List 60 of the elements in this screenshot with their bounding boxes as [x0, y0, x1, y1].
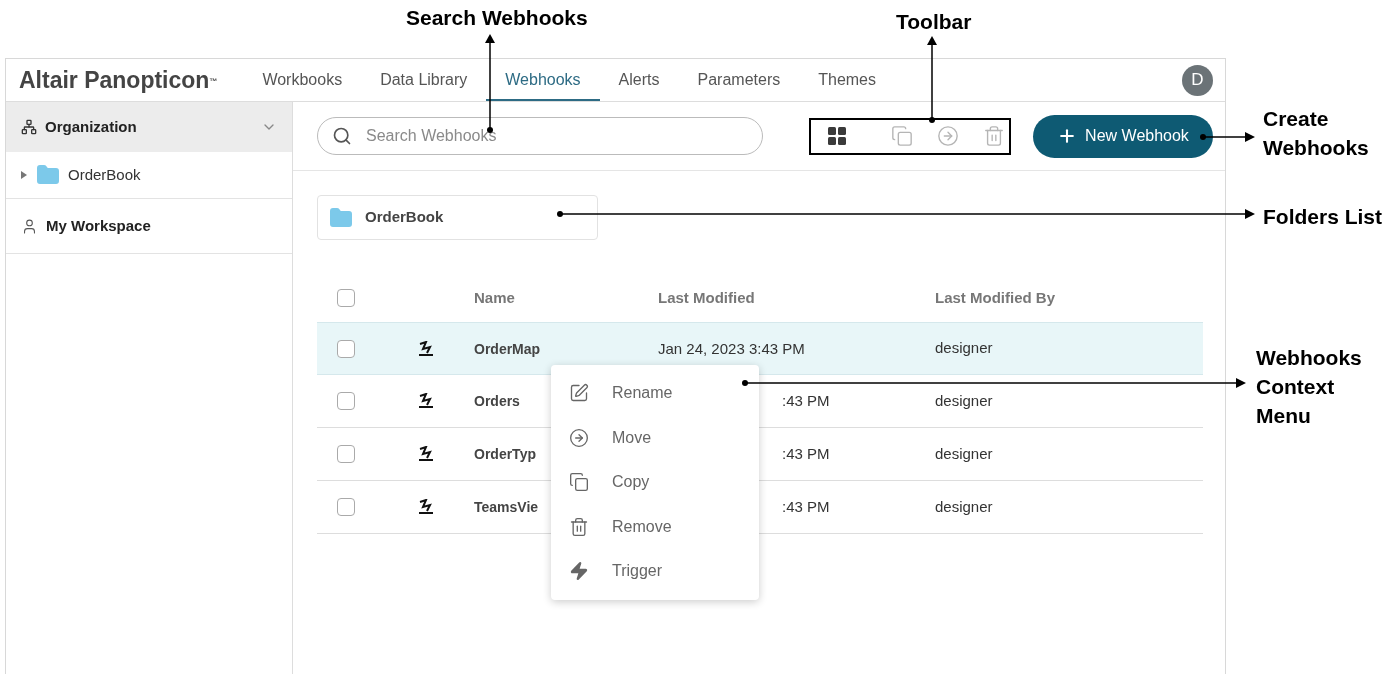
user-icon — [21, 217, 38, 235]
table-cell: Jan 24, 2023 3:43 PM — [658, 339, 805, 357]
table-cell: :43 PM — [782, 445, 830, 462]
edit-icon — [569, 383, 589, 404]
nav-tab[interactable]: Webhooks — [486, 59, 600, 101]
table-cell-text: designer — [935, 338, 993, 359]
checkbox[interactable] — [337, 392, 355, 410]
new-webhook-button[interactable]: New Webhook — [1033, 114, 1213, 158]
arrow-circle-icon — [569, 427, 589, 448]
webhook-icon — [417, 446, 435, 462]
callout-label: Search Webhooks — [406, 5, 588, 31]
nav-tab[interactable]: Data Library — [361, 59, 487, 101]
webhook-icon — [417, 499, 435, 515]
nav-tab[interactable]: Alerts — [599, 59, 679, 101]
app-logo: Altair Panopticon$^{™}$ — [19, 65, 218, 95]
checkbox[interactable] — [337, 289, 355, 307]
webhook-icon — [417, 393, 435, 409]
user-avatar[interactable]: D — [1182, 64, 1213, 96]
table-cell-text: designer — [935, 496, 993, 517]
table-cell: Orders — [474, 393, 520, 409]
folder-card[interactable]: OrderBook — [317, 195, 598, 240]
callout-label: Folders List — [1263, 204, 1383, 230]
search-icon — [332, 126, 352, 146]
checkbox[interactable] — [337, 445, 355, 463]
callout-label: Create Webhooks — [1263, 106, 1370, 161]
search-field[interactable]: Search Webhooks — [317, 117, 763, 155]
nav-tab[interactable]: Themes — [799, 59, 895, 101]
sidebar-section-header[interactable]: Organization — [6, 102, 292, 152]
menu-item[interactable]: Trigger — [551, 549, 759, 594]
table-cell: :43 PM — [782, 498, 830, 515]
table-cell: OrderMap — [474, 340, 541, 357]
tree-item-label: OrderBook — [68, 164, 141, 185]
table-cell: :43 PM — [782, 392, 830, 409]
column-header: Last Modified By — [935, 289, 1055, 306]
table-cell: OrderTyp — [474, 446, 536, 462]
column-header: Name — [474, 289, 515, 306]
callout-arrow — [1200, 132, 1255, 142]
checkbox[interactable] — [337, 498, 355, 516]
nav-tab[interactable]: Workbooks — [243, 59, 362, 101]
section-label: Organization — [45, 116, 137, 137]
table-cell-text: designer — [935, 443, 993, 464]
webhook-icon — [417, 340, 435, 357]
copy-icon — [569, 472, 589, 493]
table-row[interactable]: OrderMap Jan 24, 2023 3:43 PM designer — [317, 322, 1203, 375]
trash-icon — [569, 516, 589, 537]
nav-tab[interactable]: Parameters — [678, 59, 800, 101]
table-cell-text: designer — [935, 390, 993, 411]
lightning-icon — [569, 561, 589, 582]
hierarchy-icon — [21, 119, 37, 135]
table-cell: TeamsVie — [474, 499, 539, 515]
section-label: My Workspace — [46, 215, 151, 236]
sidebar-section-header[interactable]: My Workspace — [6, 199, 292, 253]
tree-item[interactable]: OrderBook — [6, 152, 292, 198]
column-header: Last Modified — [658, 289, 755, 306]
callout-label: Webhooks Context Menu — [1256, 345, 1363, 429]
folder-icon — [36, 163, 60, 187]
callout-label: Toolbar — [896, 9, 972, 35]
checkbox[interactable] — [337, 339, 355, 358]
grid-view-button[interactable] — [825, 124, 849, 148]
folder-icon — [329, 205, 353, 230]
